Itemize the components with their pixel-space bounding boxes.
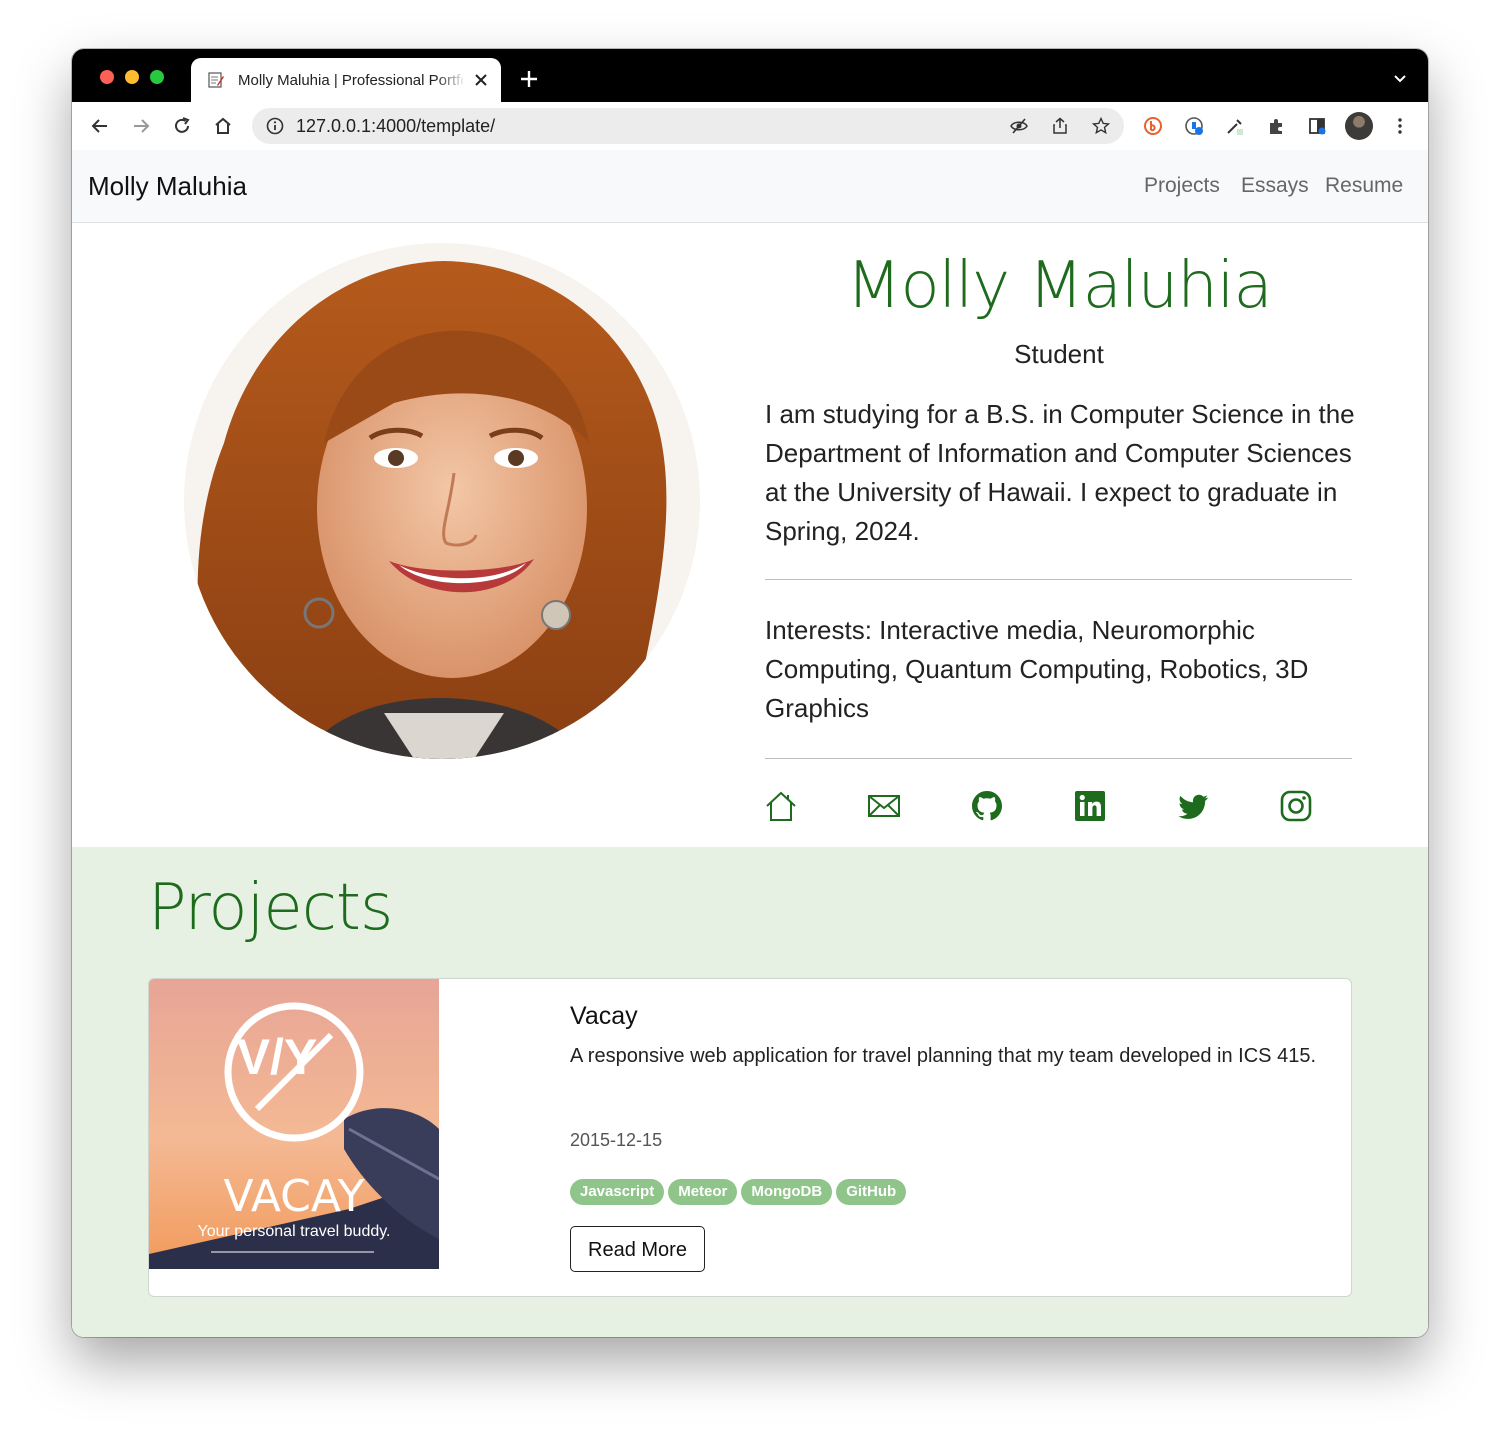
new-tab-icon[interactable]	[519, 69, 539, 89]
twitter-icon[interactable]	[1176, 789, 1210, 823]
read-more-button[interactable]: Read More	[570, 1226, 705, 1272]
instagram-icon[interactable]	[1279, 789, 1313, 823]
page-favicon-icon	[208, 72, 224, 88]
eye-slash-icon[interactable]	[1010, 117, 1028, 135]
site-info-icon[interactable]	[266, 117, 284, 135]
bookmark-star-icon[interactable]	[1092, 117, 1110, 135]
password-extension-icon[interactable]	[1184, 116, 1204, 136]
page-content: Molly Maluhia Projects Essays Resume Mol…	[72, 150, 1428, 1337]
tag-github: GitHub	[836, 1179, 907, 1205]
profile-interests: Interests: Interactive media, Neuromorph…	[765, 615, 1309, 723]
profile-name: Molly Maluhia	[846, 249, 1273, 323]
tag-meteor: Meteor	[668, 1179, 738, 1205]
vacay-wordmark: VACAY	[224, 1171, 365, 1222]
url-text: 127.0.0.1:4000/template/	[296, 116, 496, 136]
tag-mongodb: MongoDB	[741, 1179, 833, 1205]
share-icon[interactable]	[1051, 117, 1069, 135]
mail-icon[interactable]	[867, 789, 901, 823]
browser-tab[interactable]: Molly Maluhia | Professional Portfolio	[191, 58, 501, 102]
project-tags: Javascript Meteor MongoDB GitHub	[570, 1179, 910, 1205]
profile-avatar[interactable]	[1345, 112, 1373, 140]
extensions-puzzle-icon[interactable]	[1266, 116, 1286, 136]
forward-icon[interactable]	[131, 116, 151, 136]
site-navbar: Molly Maluhia Projects Essays Resume	[72, 150, 1428, 223]
minimize-window-button[interactable]	[125, 70, 139, 84]
logo-letters: V/Y	[237, 1029, 318, 1085]
site-brand[interactable]: Molly Maluhia	[88, 170, 247, 202]
project-description: A responsive web application for travel …	[570, 1045, 1316, 1067]
project-card: V/Y VACAY Your personal travel buddy. Va…	[148, 978, 1352, 1297]
profile-photo	[184, 243, 700, 759]
reload-icon[interactable]	[172, 116, 192, 136]
projects-section: Projects V/Y VACAY Your personal travel …	[72, 847, 1428, 1337]
profile-bio: I am studying for a B.S. in Computer Sci…	[765, 399, 1355, 546]
divider	[765, 579, 1352, 580]
eyedropper-icon[interactable]	[1225, 116, 1245, 136]
project-date: 2015-12-15	[570, 1130, 663, 1150]
browser-toolbar: 127.0.0.1:4000/template/	[72, 102, 1428, 151]
linkedin-icon[interactable]	[1073, 789, 1107, 823]
close-window-button[interactable]	[100, 70, 114, 84]
tab-strip: Molly Maluhia | Professional Portfolio	[72, 49, 1428, 102]
github-icon[interactable]	[970, 789, 1004, 823]
browser-window: Molly Maluhia | Professional Portfolio 1…	[72, 49, 1428, 1337]
nav-link-resume[interactable]: Resume	[1325, 173, 1403, 199]
chevron-down-icon[interactable]	[1392, 71, 1408, 87]
nav-link-projects[interactable]: Projects	[1144, 173, 1220, 199]
address-bar[interactable]: 127.0.0.1:4000/template/	[252, 108, 1124, 144]
project-title: Vacay	[570, 1002, 638, 1030]
home-icon[interactable]	[764, 789, 798, 823]
tab-title: Molly Maluhia | Professional Portfolio	[238, 72, 463, 89]
profile-role: Student	[1014, 339, 1104, 369]
back-icon[interactable]	[90, 116, 110, 136]
project-image: V/Y VACAY Your personal travel buddy.	[149, 979, 439, 1269]
nav-link-essays[interactable]: Essays	[1241, 173, 1309, 199]
kebab-menu-icon[interactable]	[1390, 116, 1410, 136]
tab-search-icon[interactable]	[1307, 116, 1327, 136]
vacay-tagline: Your personal travel buddy.	[197, 1223, 390, 1240]
close-tab-icon[interactable]	[471, 70, 491, 90]
projects-heading: Projects	[148, 871, 393, 945]
maximize-window-button[interactable]	[150, 70, 164, 84]
extension-b-icon[interactable]	[1143, 116, 1163, 136]
divider	[765, 758, 1352, 759]
home-browser-icon[interactable]	[213, 116, 233, 136]
tag-javascript: Javascript	[570, 1179, 665, 1205]
